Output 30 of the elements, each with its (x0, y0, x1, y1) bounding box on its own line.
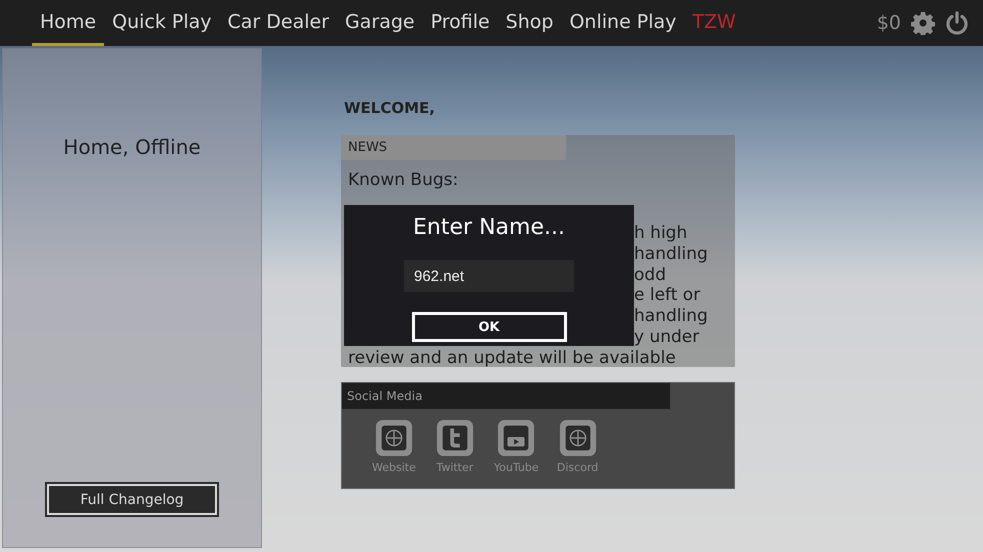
globe-icon (558, 419, 597, 457)
nav-tab[interactable]: Profile (422, 0, 498, 46)
social-title: Social Media (342, 383, 670, 409)
name-input-field[interactable]: 962.net (404, 260, 574, 292)
news-text-line: e left or (634, 285, 702, 306)
ok-button[interactable]: OK (412, 312, 566, 342)
settings-icon[interactable] (911, 11, 935, 35)
sidebar-title: Home, Offline (63, 135, 201, 159)
power-icon[interactable] (945, 11, 969, 35)
nav-tab[interactable]: Quick Play (104, 0, 220, 46)
bird-logo-icon (436, 419, 474, 457)
news-text-line: y under (634, 326, 700, 348)
dialog-title: Enter Name... (413, 214, 565, 242)
play-logo-icon (497, 419, 536, 457)
nav-tab[interactable]: Car Dealer (220, 0, 338, 46)
changelog-button[interactable]: Full Changelog (47, 484, 217, 515)
nav-tab[interactable]: Garage (337, 0, 423, 46)
globe-icon (374, 419, 413, 457)
money-amount: $0 (876, 12, 901, 34)
news-text-line: odd (634, 264, 667, 286)
nav-tab[interactable]: Home (32, 0, 104, 46)
news-title: NEWS (341, 135, 566, 160)
nav-tab[interactable]: Online Play (561, 0, 684, 46)
news-text-line: h high (634, 223, 688, 244)
news-heading: Known Bugs: (348, 170, 460, 190)
welcome-heading: WELCOME, (344, 99, 436, 117)
news-text-line: handling (634, 244, 709, 265)
news-text-line: handling (634, 306, 709, 327)
nav-tab[interactable]: Shop (498, 0, 562, 46)
news-text-line: review and an update will be available (348, 348, 677, 369)
